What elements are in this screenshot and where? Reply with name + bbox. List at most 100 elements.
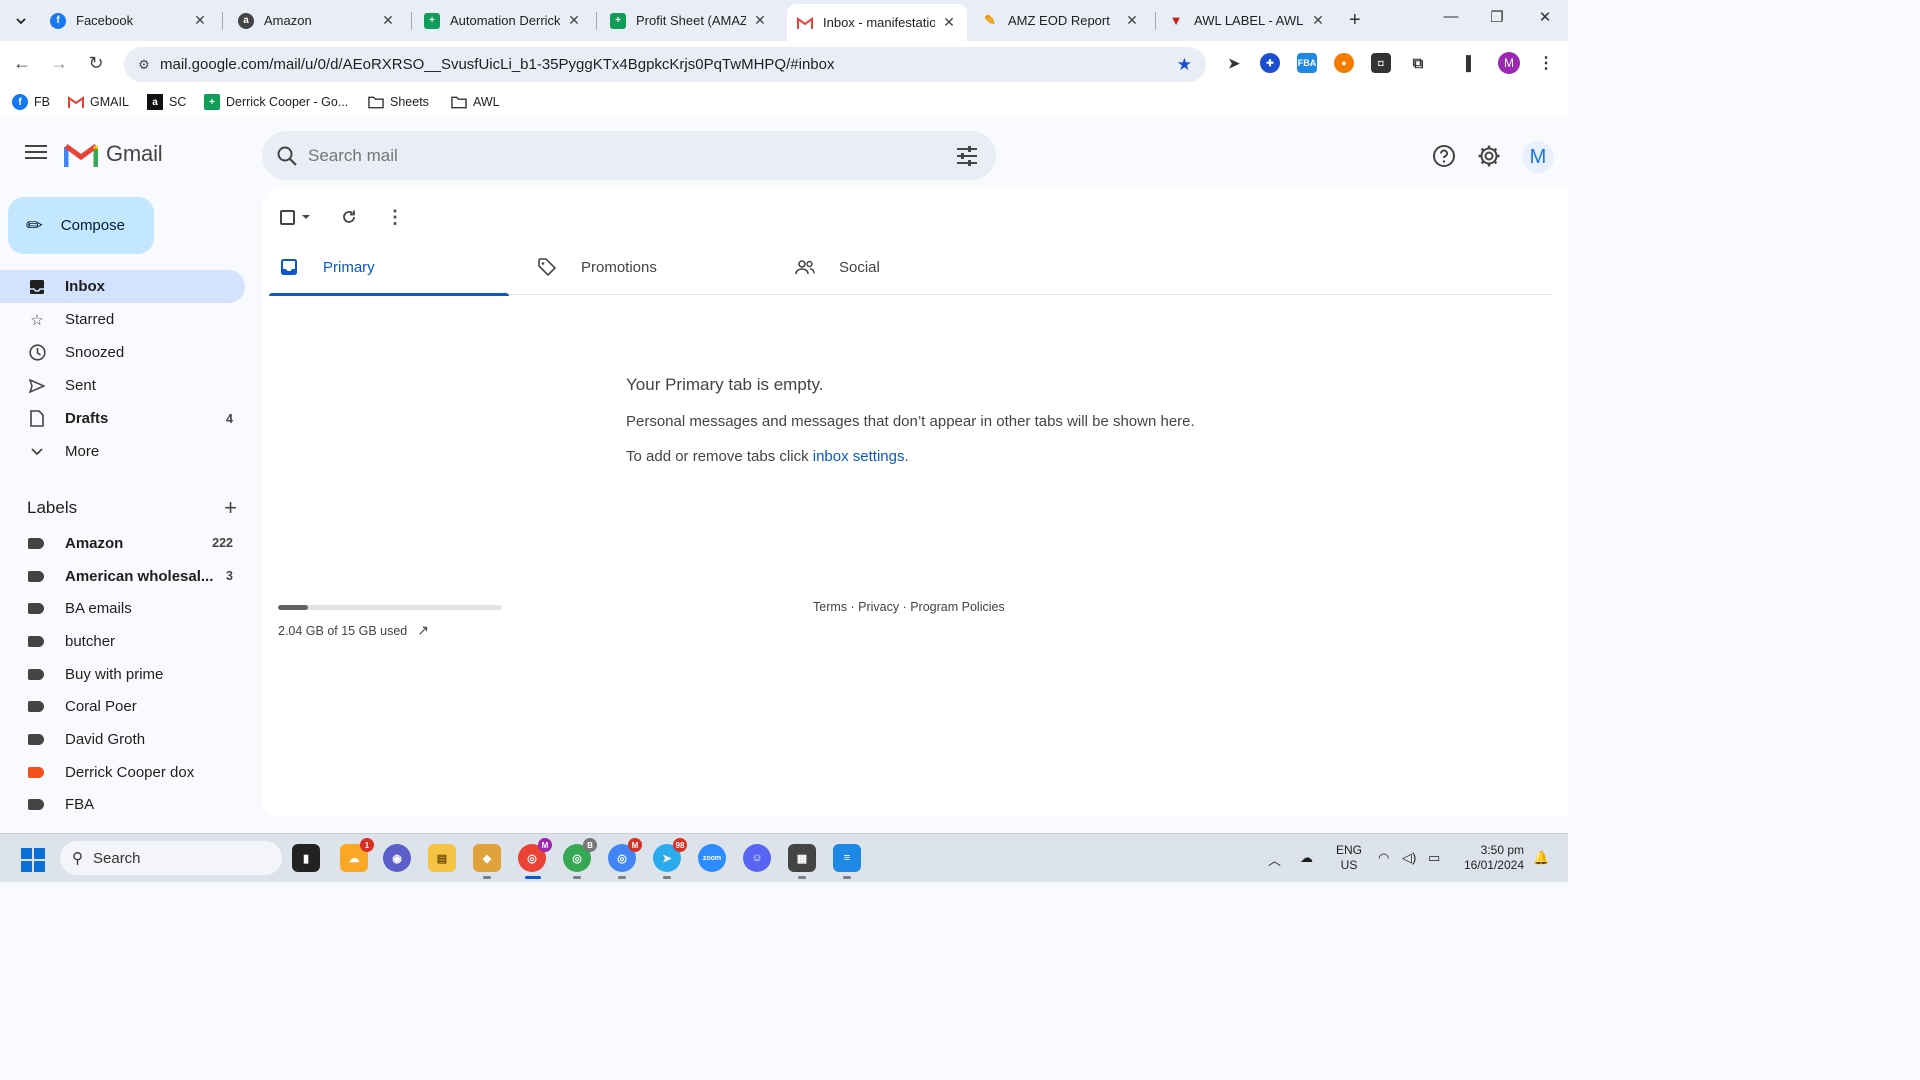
bookmark-folder-awl[interactable]: AWL [451,94,500,110]
nav-item-starred[interactable]: ☆ Starred [0,303,245,336]
search-icon[interactable] [276,145,298,167]
language-indicator[interactable]: ENG US [1336,843,1362,873]
label-item[interactable]: butcher [0,625,245,658]
browser-menu-icon[interactable]: ⋮ [1536,53,1556,73]
tab-primary[interactable]: Primary [269,239,509,296]
close-tab-icon[interactable]: ✕ [192,12,208,29]
extension-camera-icon[interactable]: ◘ [1371,53,1391,73]
close-tab-icon[interactable]: ✕ [380,12,396,29]
nav-item-more[interactable]: More [0,435,245,468]
browser-tab-awl-label[interactable]: ▼ AWL LABEL - AWL LA ✕ [1158,6,1336,35]
tab-promotions[interactable]: Promotions [527,239,767,295]
file-explorer-icon[interactable]: ▤ [428,844,456,872]
label-item[interactable]: Derrick Cooper dox [0,756,245,789]
extension-globe-icon[interactable]: ✚ [1260,53,1280,73]
search-input[interactable] [308,145,956,166]
side-panel-icon[interactable]: ▌ [1461,53,1481,73]
create-label-icon[interactable]: + [224,495,237,521]
browser-tab-amazon[interactable]: a Amazon ✕ [228,6,406,35]
nav-item-drafts[interactable]: Drafts 4 [0,402,245,435]
site-info-icon[interactable]: ⚙ [134,57,154,73]
bookmark-sc[interactable]: a SC [147,94,186,110]
label-item[interactable]: BA emails [0,592,245,625]
bookmark-star-icon[interactable]: ★ [1177,55,1192,75]
chrome-icon[interactable]: ◎ M [518,838,552,879]
label-item[interactable]: FBA [0,789,245,822]
tab-search-button[interactable] [8,8,34,34]
nav-item-sent[interactable]: Sent [0,369,245,402]
footer-links[interactable]: Terms · Privacy · Program Policies [813,600,1005,614]
bookmark-gmail[interactable]: GMAIL [68,94,129,110]
browser-tab-amz-eod[interactable]: ✎ AMZ EOD Report ✕ [972,6,1150,35]
label-item[interactable]: Amazon 222 [0,527,245,560]
telegram-icon[interactable]: ➤ 98 [653,838,687,879]
close-tab-icon[interactable]: ✕ [941,14,957,31]
system-clock[interactable]: 3:50 pm 16/01/2024 [1458,843,1524,873]
browser-tab-facebook[interactable]: f Facebook ✕ [40,6,218,35]
search-options-icon[interactable] [956,145,978,166]
calculator-icon[interactable]: ▦ [788,844,816,879]
volume-icon[interactable]: ◁) [1402,850,1416,866]
taskbar-search[interactable]: ⚲ Search [60,841,282,875]
close-tab-icon[interactable]: ✕ [566,12,582,29]
new-tab-button[interactable]: + [1349,9,1361,32]
app-icon-orange[interactable]: ◆ [473,844,501,879]
inbox-settings-link[interactable]: inbox settings [813,448,905,465]
label-item[interactable]: Buy with prime [0,658,245,691]
minimize-button[interactable]: — [1436,8,1466,25]
gmail-logo[interactable]: Gmail [64,141,163,167]
reload-button[interactable]: ↻ [84,53,108,74]
onedrive-cloud-icon[interactable]: ☁ [1300,850,1313,866]
nav-item-inbox[interactable]: Inbox [0,270,245,303]
task-view-icon[interactable]: ▮ [292,844,320,872]
compose-button[interactable]: ✏ Compose [8,197,154,254]
notifications-icon[interactable]: 🔔 [1533,850,1549,866]
label-item[interactable]: Coral Poer [0,690,245,723]
browser-profile-avatar[interactable]: M [1498,52,1520,74]
browser-tab-automation[interactable]: + Automation Derrick C ✕ [414,6,592,35]
chrome-icon[interactable]: ◎ B [563,838,597,879]
main-menu-icon[interactable] [25,145,47,163]
extensions-puzzle-icon[interactable]: ⧉ [1408,53,1428,73]
gmail-icon [68,94,84,110]
help-icon[interactable] [1432,144,1456,168]
close-window-button[interactable]: ✕ [1530,8,1560,26]
wifi-icon[interactable]: ◠ [1378,850,1389,866]
back-button[interactable]: ← [10,53,34,74]
weather-icon[interactable]: ☁ 1 [340,838,374,872]
close-tab-icon[interactable]: ✕ [1124,12,1140,29]
close-tab-icon[interactable]: ✕ [752,12,768,29]
browser-tab-profit-sheet[interactable]: + Profit Sheet (AMAZIN ✕ [600,6,778,35]
zoom-icon[interactable]: zoom [698,844,726,872]
settings-gear-icon[interactable] [1477,144,1501,168]
chat-icon[interactable]: ◉ [383,844,411,872]
bookmark-fb[interactable]: f FB [12,94,50,110]
forward-button[interactable]: → [47,53,71,74]
browser-tab-inbox[interactable]: Inbox - manifestation ✕ [787,4,967,41]
bookmark-derrick-cooper[interactable]: + Derrick Cooper - Go... [204,94,348,110]
account-avatar[interactable]: M [1522,141,1554,173]
label-item[interactable]: David Groth [0,723,245,756]
extension-orange-icon[interactable]: ● [1334,53,1354,73]
discord-icon[interactable]: ☺ [743,844,771,872]
restore-button[interactable]: ❐ [1482,8,1512,26]
chrome-icon[interactable]: ◎ M [608,838,642,879]
nav-item-snoozed[interactable]: Snoozed [0,336,245,369]
search-bar[interactable] [262,131,996,180]
open-external-icon[interactable]: ↗ [417,622,429,639]
extension-fba-icon[interactable]: FBA [1297,53,1317,73]
tab-social[interactable]: Social [785,239,1025,295]
url-text[interactable]: mail.google.com/mail/u/0/d/AEoRXRSO__Svu… [160,56,1177,73]
more-options-icon[interactable]: ⋮ [386,205,404,229]
battery-icon[interactable]: ▭ [1428,850,1440,866]
label-item[interactable]: American wholesal... 3 [0,560,245,593]
tray-overflow-icon[interactable]: ︿ [1268,850,1281,869]
refresh-button[interactable] [341,205,357,229]
notepad-icon[interactable]: ≡ [833,844,861,879]
select-all-checkbox[interactable] [280,205,311,229]
windows-start-icon[interactable] [21,848,45,872]
extension-arrow-icon[interactable]: ➤ [1224,53,1244,73]
bookmark-folder-sheets[interactable]: Sheets [368,94,429,110]
address-bar[interactable]: ⚙ mail.google.com/mail/u/0/d/AEoRXRSO__S… [124,47,1206,82]
close-tab-icon[interactable]: ✕ [1310,12,1326,29]
